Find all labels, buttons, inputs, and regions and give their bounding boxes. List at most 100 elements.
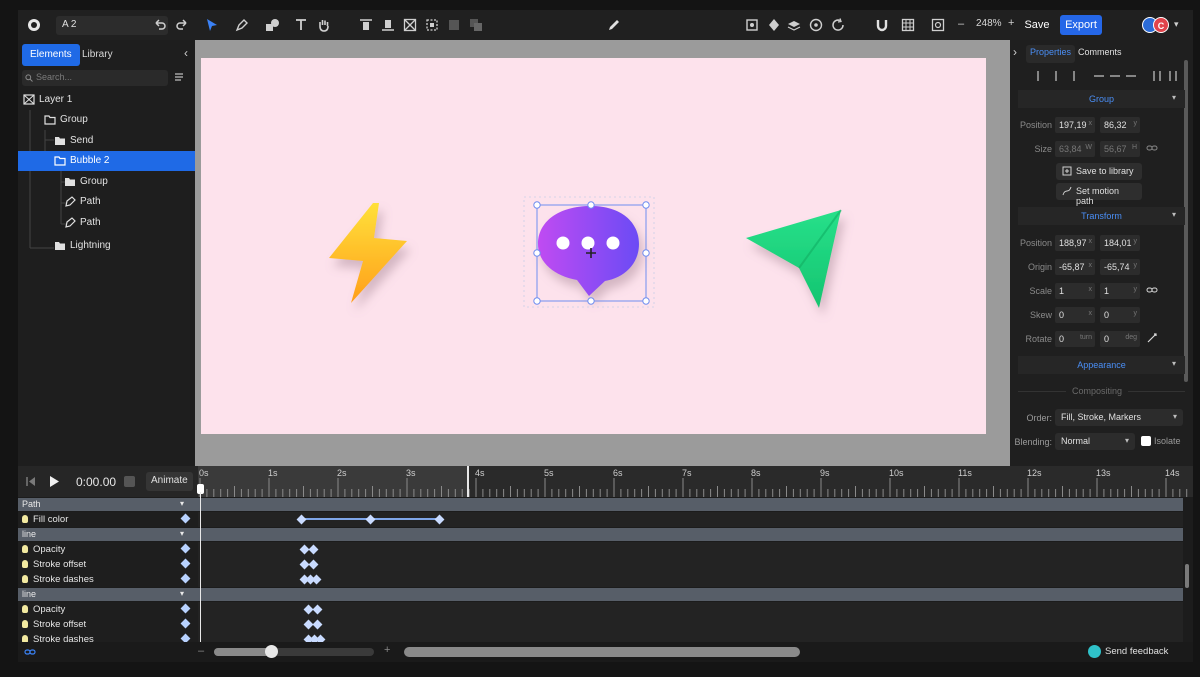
group-height-field[interactable]: 56,67 H <box>1100 141 1140 157</box>
zoom-out-button[interactable]: – <box>958 18 964 30</box>
animate-button[interactable]: Animate <box>146 472 193 491</box>
pen-tool-icon[interactable] <box>234 17 252 33</box>
visibility-bulb-icon[interactable] <box>22 545 28 553</box>
visibility-bulb-icon[interactable] <box>22 635 28 642</box>
link-icon[interactable] <box>24 647 36 657</box>
scale-x-field[interactable]: 1x <box>1055 283 1095 299</box>
undo-icon[interactable] <box>152 17 170 33</box>
visibility-bulb-icon[interactable] <box>22 560 28 568</box>
play-icon[interactable] <box>49 475 60 488</box>
save-to-library-button[interactable]: Save to library <box>1056 163 1142 180</box>
track-row[interactable]: Opacity <box>18 602 1183 617</box>
align-bottom-icon[interactable] <box>380 17 398 33</box>
set-motion-path-button[interactable]: Set motion path <box>1056 183 1142 206</box>
expand-panel-icon[interactable]: › <box>1013 45 1017 59</box>
track-row[interactable]: Stroke dashes <box>18 632 1183 642</box>
mask-icon[interactable] <box>446 17 464 33</box>
group-icon[interactable] <box>402 17 420 33</box>
keyframe[interactable] <box>315 634 326 642</box>
position-y-field[interactable]: 184,01 y <box>1100 235 1140 251</box>
shapes-tool-icon[interactable] <box>264 17 282 33</box>
skew-x-field[interactable]: 0x <box>1055 307 1095 323</box>
track-group-header[interactable]: Path ▾ <box>18 498 1183 511</box>
tree-item-layer[interactable]: Layer 1 <box>18 90 195 110</box>
tree-item-group[interactable]: Group <box>18 110 195 130</box>
keyframe-diamond-icon[interactable] <box>180 558 191 569</box>
send-feedback-link[interactable]: Send feedback <box>1105 646 1168 657</box>
keyframe-diamond-icon[interactable] <box>180 603 191 614</box>
group-position-x-field[interactable]: 197,19 x <box>1055 117 1095 133</box>
refresh-icon[interactable] <box>830 17 848 33</box>
select-tool-icon[interactable] <box>204 17 222 33</box>
tree-item-lightning[interactable]: Lightning <box>18 236 195 256</box>
chevron-down-icon[interactable]: ▾ <box>1172 359 1176 368</box>
keyframe[interactable] <box>365 514 376 525</box>
chevron-down-icon[interactable]: ▾ <box>1172 210 1176 219</box>
export-button[interactable]: Export <box>1060 15 1102 35</box>
zoom-level[interactable]: 248% <box>976 18 1002 29</box>
tree-item-bubble-2[interactable]: Bubble 2 <box>18 151 195 171</box>
track-row[interactable]: Opacity <box>18 542 1183 557</box>
rotate-tool-icon[interactable] <box>1146 332 1158 344</box>
keyframe-diamond-icon[interactable] <box>180 573 191 584</box>
chevron-down-icon[interactable]: ▾ <box>1174 19 1179 30</box>
playhead-line[interactable] <box>200 492 201 642</box>
zoom-in-button[interactable]: + <box>1008 17 1014 29</box>
align-tools[interactable] <box>1030 70 1180 82</box>
feedback-icon[interactable] <box>1088 645 1101 658</box>
artboard[interactable] <box>201 58 986 434</box>
appearance-section-header[interactable]: Appearance <box>1018 356 1185 374</box>
time-ruler[interactable]: 0s 1s 2s 3s 4s 5s 6s 7s 8s 9s 10s 11s 12s 13s 14s <box>198 466 1193 497</box>
tree-item-path[interactable]: Path <box>18 192 195 212</box>
origin-y-field[interactable]: -65,74 y <box>1100 259 1140 275</box>
keyframe[interactable] <box>434 514 445 525</box>
hand-tool-icon[interactable] <box>316 17 334 33</box>
group-width-field[interactable]: 63,84 W <box>1055 141 1095 157</box>
app-menu-icon[interactable] <box>26 17 44 33</box>
current-time[interactable]: 0:00.00 <box>76 475 116 489</box>
lightning-graphic[interactable] <box>329 203 407 303</box>
skew-y-field[interactable]: 0y <box>1100 307 1140 323</box>
magnet-icon[interactable] <box>874 17 892 33</box>
keyframe[interactable] <box>308 559 319 570</box>
track-row[interactable]: Fill color <box>18 512 1183 527</box>
link-proportions-icon[interactable] <box>1146 143 1158 153</box>
timeline-horizontal-scrollbar[interactable] <box>404 647 800 657</box>
rotate-turns-field[interactable]: 0 turn <box>1055 331 1095 347</box>
align-top-icon[interactable] <box>358 17 376 33</box>
visibility-bulb-icon[interactable] <box>22 515 28 523</box>
link-scale-icon[interactable] <box>1146 285 1158 295</box>
keyframe-diamond-icon[interactable] <box>180 543 191 554</box>
transform-section-header[interactable]: Transform <box>1018 207 1185 225</box>
visibility-bulb-icon[interactable] <box>22 605 28 613</box>
order-select[interactable]: Fill, Stroke, Markers ▾ <box>1055 409 1183 426</box>
chevron-down-icon[interactable]: ▾ <box>1172 93 1176 102</box>
tab-comments[interactable]: Comments <box>1078 47 1122 57</box>
send-arrow-graphic[interactable] <box>746 209 842 308</box>
grid-icon[interactable] <box>900 17 918 33</box>
keyframe-diamond-icon[interactable] <box>180 618 191 629</box>
isolate-checkbox[interactable] <box>1141 436 1151 446</box>
timeline-zoom-in-button[interactable]: + <box>384 644 390 656</box>
avatar[interactable]: C <box>1153 17 1169 33</box>
redo-icon[interactable] <box>174 17 192 33</box>
group-section-header[interactable]: Group <box>1018 90 1185 108</box>
track-group-header[interactable]: line ▾ <box>18 588 1183 601</box>
keyframe[interactable] <box>312 619 323 630</box>
keyframe-diamond-icon[interactable] <box>180 633 191 642</box>
timeline-scrollbar[interactable] <box>1185 564 1189 588</box>
chat-bubble-graphic[interactable] <box>538 206 639 296</box>
keyframe[interactable] <box>312 604 323 615</box>
crop-icon[interactable] <box>744 17 762 33</box>
keyframe-toggle-icon[interactable] <box>124 476 135 487</box>
flip-icon[interactable] <box>766 17 784 33</box>
track-row[interactable]: Stroke offset <box>18 557 1183 572</box>
zoom-fit-icon[interactable] <box>930 17 948 33</box>
track-row[interactable]: Stroke dashes <box>18 572 1183 587</box>
ungroup-icon[interactable] <box>424 17 442 33</box>
origin-x-field[interactable]: -65,87 x <box>1055 259 1095 275</box>
boolean-icon[interactable] <box>468 17 486 33</box>
keyframe[interactable] <box>311 574 322 585</box>
tree-item-send[interactable]: Send <box>18 131 195 151</box>
position-x-field[interactable]: 188,97 x <box>1055 235 1095 251</box>
